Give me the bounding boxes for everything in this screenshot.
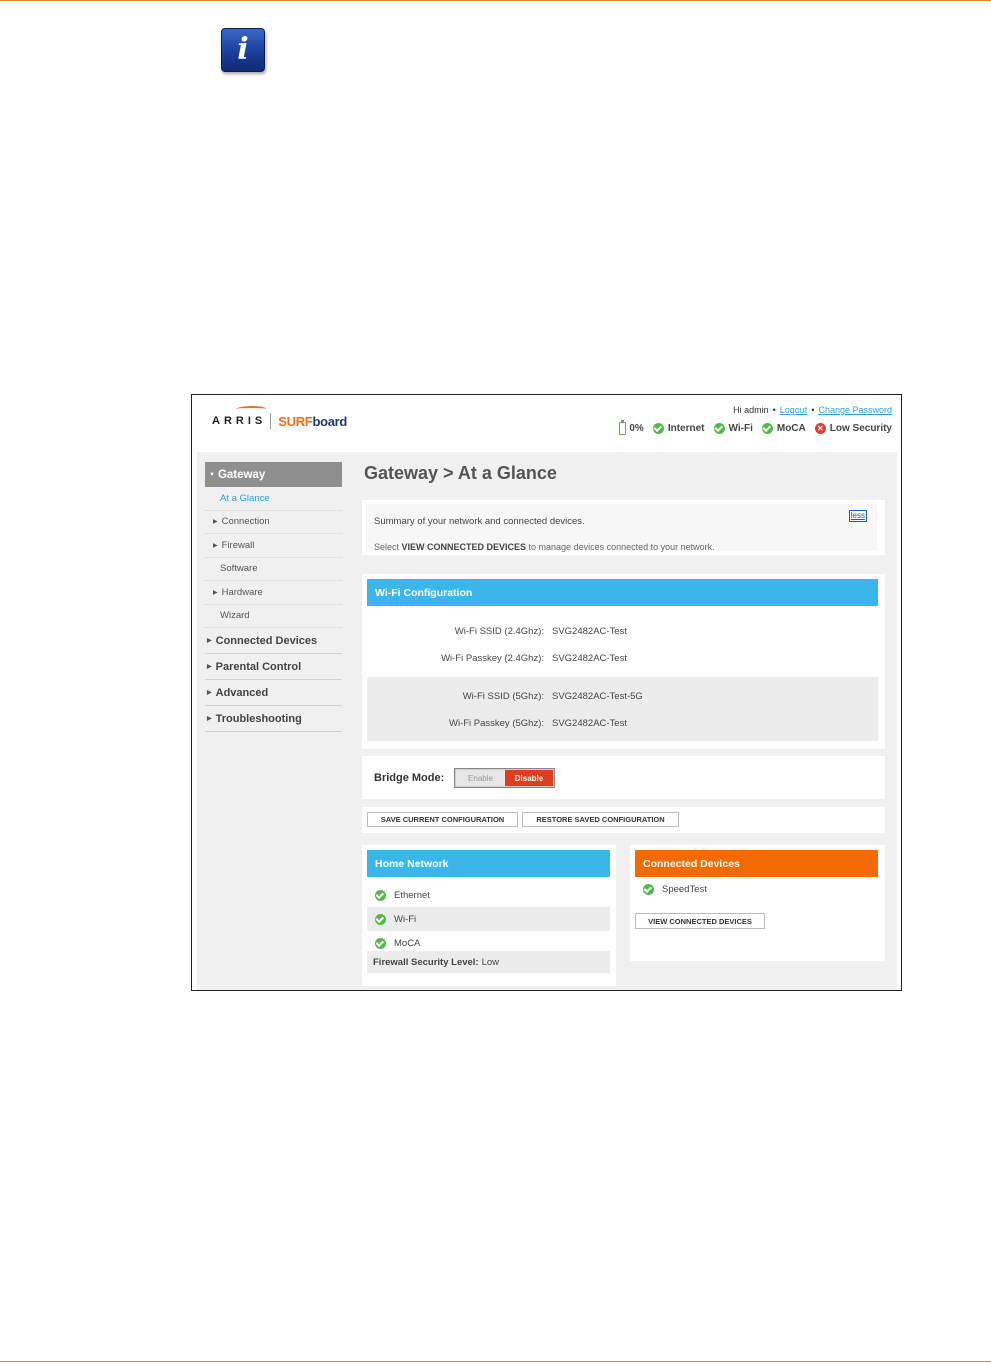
arris-logo: ARRIS (212, 415, 267, 427)
logout-link[interactable]: Logout (780, 405, 808, 415)
security-status[interactable]: ✕ Low Security (814, 423, 892, 434)
status-bar: 0% Internet Wi-Fi MoCA ✕ Low Security (610, 420, 892, 435)
surf-logo-text: SURF (278, 413, 313, 429)
change-password-link[interactable]: Change Password (818, 405, 892, 415)
wifi-passkey-24-value: SVG2482AC-Test (552, 653, 627, 664)
board-logo-text: board (312, 413, 348, 429)
wifi-ssid-5-value: SVG2482AC-Test-5G (552, 691, 643, 702)
triangle-down-icon: ▼ (209, 471, 215, 478)
restore-config-button[interactable]: RESTORE SAVED CONFIGURATION (522, 812, 679, 827)
arris-swoosh-icon (234, 406, 268, 412)
list-item: Ethernet (367, 883, 610, 907)
sidebar-item-advanced[interactable]: ▶ Advanced (205, 680, 342, 706)
logo: ARRIS SURF board (212, 406, 348, 429)
battery-icon (619, 420, 627, 435)
bridge-disable-button[interactable]: Disable (505, 770, 553, 786)
top-rule (0, 0, 991, 1)
info-icon: i (221, 28, 265, 72)
app-body: ▼ Gateway At a Glance ▶ Connection ▶ Firewa… (197, 452, 897, 990)
sidebar-item-troubleshooting[interactable]: ▶ Troubleshooting (205, 706, 342, 732)
check-icon (761, 423, 773, 434)
bottom-rule (0, 1361, 991, 1362)
sidebar-item-firewall[interactable]: ▶ Firewall (205, 534, 342, 558)
list-item: Wi-Fi (367, 907, 610, 931)
sidebar-item-connection[interactable]: ▶ Connection (205, 511, 342, 534)
triangle-right-icon: ▶ (213, 519, 218, 526)
check-icon (652, 423, 664, 434)
home-network-header: Home Network (367, 850, 610, 877)
wifi-config-panel: Wi-Fi Configuration Wi-Fi SSID (2.4Ghz):… (362, 574, 885, 749)
bridge-enable-button[interactable]: Enable (456, 770, 505, 786)
summary-text: Summary of your network and connected de… (374, 516, 585, 527)
logo-divider (270, 413, 272, 429)
sidebar-nav: ▼ Gateway At a Glance ▶ Connection ▶ Firewa… (205, 462, 342, 732)
firewall-level: Firewall Security Level: Low (367, 951, 610, 973)
page-title: Gateway > At a Glance (364, 463, 557, 483)
config-actions-panel: SAVE CURRENT CONFIGURATION RESTORE SAVED… (362, 807, 885, 833)
connected-devices-panel: Connected Devices SpeedTest VIEW CONNECT… (630, 845, 885, 961)
triangle-right-icon: ▶ (207, 716, 212, 722)
list-item: SpeedTest (635, 884, 707, 895)
wifi-passkey-24-row: Wi-Fi Passkey (2.4Ghz): SVG2482AC-Test (441, 653, 627, 664)
wifi-ssid-24-value: SVG2482AC-Test (552, 626, 627, 637)
battery-status: 0% (619, 420, 644, 435)
triangle-right-icon: ▶ (207, 664, 212, 670)
check-icon (643, 884, 654, 895)
view-connected-devices-button[interactable]: VIEW CONNECTED DEVICES (635, 913, 765, 929)
check-icon (713, 423, 725, 434)
connected-devices-header: Connected Devices (635, 850, 878, 877)
greeting: Hi admin (733, 405, 769, 415)
sidebar-item-gateway[interactable]: ▼ Gateway (205, 462, 342, 487)
user-bar: Hi admin • Logout • Change Password (733, 405, 892, 415)
wifi-passkey-5-row: Wi-Fi Passkey (5Ghz): SVG2482AC-Test (448, 718, 627, 729)
wifi-passkey-5-value: SVG2482AC-Test (552, 718, 627, 729)
wifi-ssid-5-row: Wi-Fi SSID (5Ghz): SVG2482AC-Test-5G (462, 691, 643, 702)
internet-status: Internet (652, 423, 705, 434)
moca-status: MoCA (761, 423, 806, 434)
summary-panel: Summary of your network and connected de… (362, 500, 885, 555)
sidebar-item-wizard[interactable]: Wizard (205, 605, 342, 628)
gateway-screenshot: ARRIS SURF board Hi admin • Logout • Change P… (191, 394, 902, 991)
sidebar-item-parental-control[interactable]: ▶ Parental Control (205, 654, 342, 680)
sidebar-item-hardware[interactable]: ▶ Hardware (205, 581, 342, 605)
summary-instructions: Select VIEW CONNECTED DEVICES to manage … (374, 542, 715, 552)
triangle-right-icon: ▶ (213, 542, 218, 549)
home-network-panel: Home Network Ethernet Wi-Fi MoCA Firewal… (362, 845, 616, 986)
check-icon (375, 913, 386, 925)
alert-x-icon: ✕ (814, 423, 826, 434)
check-icon (375, 937, 386, 949)
bridge-mode-label: Bridge Mode: (374, 772, 445, 784)
wifi-ssid-24-row: Wi-Fi SSID (2.4Ghz): SVG2482AC-Test (454, 626, 627, 637)
bridge-mode-toggle[interactable]: Enable Disable (454, 768, 555, 788)
save-config-button[interactable]: SAVE CURRENT CONFIGURATION (367, 812, 518, 827)
triangle-right-icon: ▶ (213, 589, 218, 596)
app-header: ARRIS SURF board Hi admin • Logout • Change P… (192, 395, 901, 445)
bridge-mode-panel: Bridge Mode: Enable Disable (362, 756, 885, 799)
sidebar-item-connected-devices[interactable]: ▶ Connected Devices (205, 628, 342, 654)
sidebar-item-at-a-glance[interactable]: At a Glance (205, 487, 342, 511)
triangle-right-icon: ▶ (207, 638, 212, 644)
wifi-config-header: Wi-Fi Configuration (367, 579, 878, 606)
triangle-right-icon: ▶ (207, 690, 212, 696)
wifi-status: Wi-Fi (713, 423, 753, 434)
document-page: i ARRIS SURF board Hi admin • Logout • Change… (0, 0, 991, 1364)
check-icon (375, 889, 386, 901)
less-link[interactable]: less (848, 510, 867, 522)
sidebar-item-software[interactable]: Software (205, 558, 342, 581)
